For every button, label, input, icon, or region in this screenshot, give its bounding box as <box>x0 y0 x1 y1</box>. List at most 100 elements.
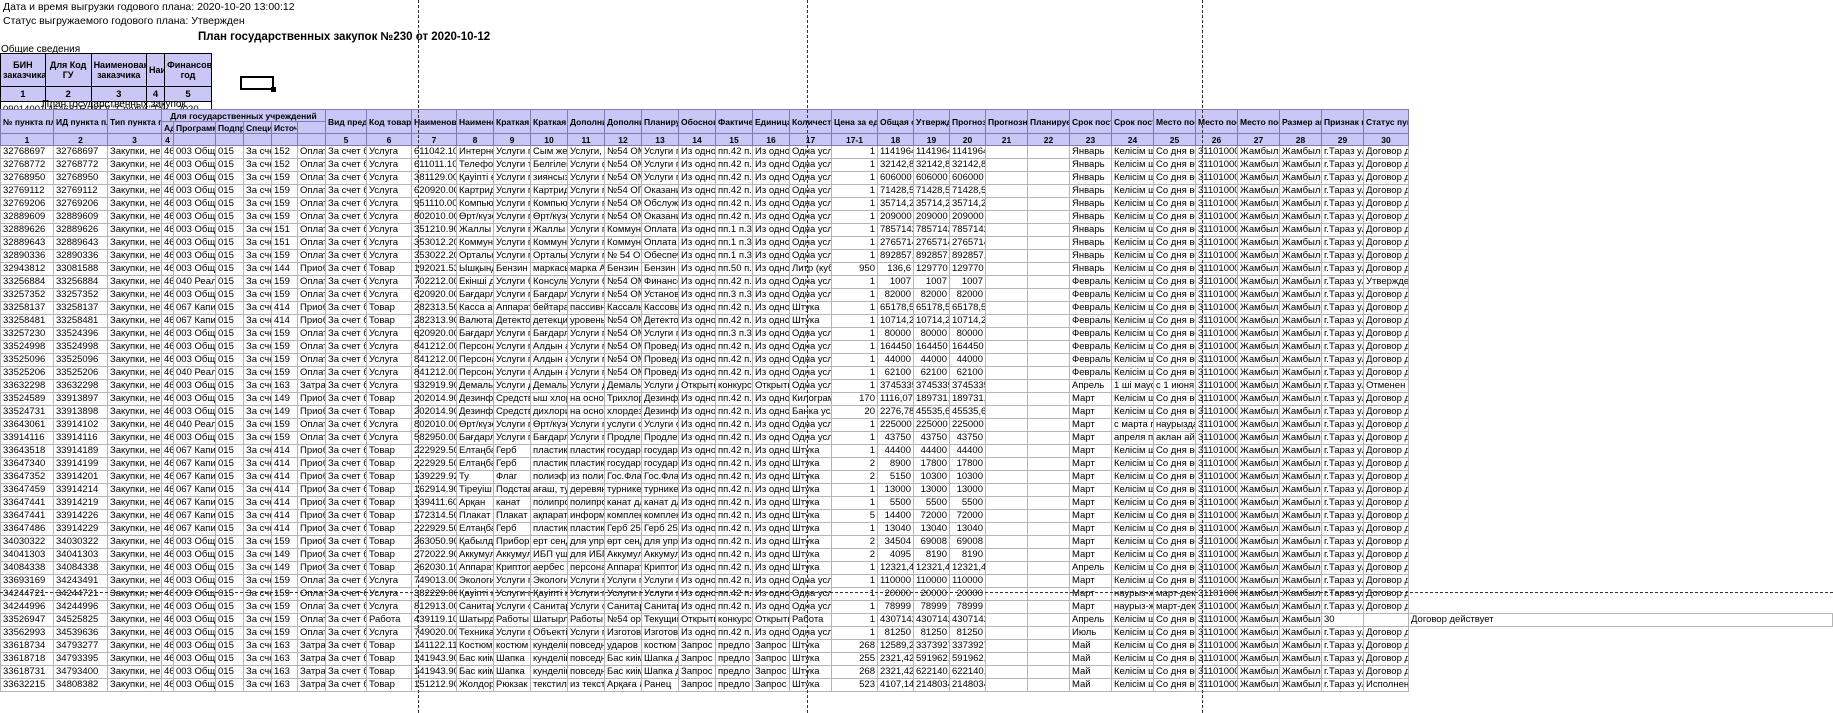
table-cell[interactable]: Работа <box>789 613 832 627</box>
table-cell[interactable]: пп.42 п.3 ст <box>715 145 753 159</box>
table-cell[interactable]: 164450 <box>913 340 950 354</box>
table-cell[interactable]: Коммуналд <box>604 236 642 250</box>
table-cell[interactable]: пп.3 п.3 ст. <box>715 288 753 302</box>
table-cell[interactable]: 33647352 <box>0 470 54 484</box>
table-cell[interactable]: 8900 <box>877 457 914 471</box>
table-cell[interactable]: За счет бю <box>325 548 367 562</box>
table-cell[interactable]: Услуги банк <box>567 275 605 289</box>
table-cell[interactable]: 33524396 <box>53 327 108 341</box>
table-cell[interactable]: Из одного и <box>752 444 790 458</box>
table-cell[interactable]: 152 <box>271 158 298 172</box>
table-cell[interactable]: г.Тараз ул.Ш <box>1321 535 1364 549</box>
table-cell[interactable]: 33913898 <box>53 405 108 419</box>
table-cell[interactable]: пп.42 п.3 ст <box>715 418 753 432</box>
table-cell[interactable] <box>1027 366 1070 380</box>
table-cell[interactable]: Договор действует <box>1363 418 1409 432</box>
table-cell[interactable]: Дезинфици <box>641 405 679 419</box>
table-cell[interactable]: 33643061 <box>0 418 54 432</box>
table-cell[interactable]: Услуги по у <box>604 587 642 601</box>
table-cell[interactable]: За счет <box>243 405 272 419</box>
table-cell[interactable]: 110000 <box>913 574 950 588</box>
table-cell[interactable]: Из одного и <box>752 327 790 341</box>
table-cell[interactable]: Картридж <box>456 184 494 198</box>
table-cell[interactable]: Жамбылская область, <box>1279 236 1322 250</box>
table-cell[interactable]: №54 ОМ с <box>604 366 642 380</box>
table-cell[interactable]: Жамбыл об <box>1237 483 1280 497</box>
table-cell[interactable]: 015 <box>215 236 244 250</box>
table-cell[interactable]: Закупки, не і <box>107 496 162 510</box>
table-cell[interactable]: пп.42 п.3 ст <box>715 184 753 198</box>
table-row[interactable]: 3352694734525825Закупки, не і464003 Обще… <box>0 613 1833 627</box>
table-cell[interactable]: Запрос ценовых <box>678 665 716 679</box>
table-cell[interactable]: г.Тараз ул.Ш <box>1321 197 1364 211</box>
table-cell[interactable]: Одна услуг <box>789 327 832 341</box>
table-cell[interactable]: За счет <box>243 353 272 367</box>
table-cell[interactable]: Договор действует <box>1363 236 1409 250</box>
table-cell[interactable]: Со дня всту <box>1153 652 1196 666</box>
table-cell[interactable]: Коммуналд <box>604 223 642 237</box>
table-cell[interactable]: Одна услуг <box>789 379 832 393</box>
table-cell[interactable]: Из одного и <box>752 366 790 380</box>
table-cell[interactable]: г.Тараз ул.Ш <box>1321 236 1364 250</box>
table-cell[interactable]: Договор действует <box>1363 210 1409 224</box>
table-cell[interactable]: Со дня всту <box>1153 392 1196 406</box>
table-cell[interactable]: пластиковы <box>567 457 605 471</box>
table-cell[interactable]: 27657143 <box>913 236 950 250</box>
table-cell[interactable]: Одна услуг <box>789 587 832 601</box>
table-cell[interactable]: №54 ОМ с <box>604 353 642 367</box>
table-cell[interactable]: государств <box>604 444 642 458</box>
table-cell[interactable]: 015 <box>215 314 244 328</box>
table-cell[interactable] <box>985 587 1028 601</box>
table-cell[interactable]: За счет бю <box>325 561 367 575</box>
table-cell[interactable]: 17800 <box>949 457 986 471</box>
table-cell[interactable]: 20 <box>831 405 878 419</box>
table-cell[interactable]: Из одного и <box>752 535 790 549</box>
table-cell[interactable]: пп.3 п.3 ст. <box>715 327 753 341</box>
table-cell[interactable]: 003 Общеоб <box>173 405 216 419</box>
table-cell[interactable]: Услуга <box>366 223 412 237</box>
table-cell[interactable]: Со дня всту <box>1153 366 1196 380</box>
table-cell[interactable] <box>985 483 1028 497</box>
table-row[interactable]: 3424472134244721Закупки, не і464003 Обще… <box>0 587 1833 601</box>
table-cell[interactable]: Услуги сан <box>567 600 605 614</box>
table-cell[interactable] <box>985 431 1028 445</box>
table-cell[interactable]: Жамбыл об <box>1237 249 1280 263</box>
column-subheader[interactable]: Подпрогра <box>215 121 244 134</box>
table-cell[interactable] <box>985 535 1028 549</box>
table-cell[interactable]: 33618734 <box>0 639 54 653</box>
table-cell[interactable]: 10300 <box>913 470 950 484</box>
table-row[interactable]: 3288962632889626Закупки, не і464003 Обще… <box>0 223 1833 237</box>
table-cell[interactable]: Договор действует <box>1363 652 1409 666</box>
table-cell[interactable]: Из одного и <box>678 210 716 224</box>
table-cell[interactable]: Услуги по п <box>604 574 642 588</box>
table-cell[interactable]: Со дня всту <box>1153 340 1196 354</box>
table-cell[interactable]: 414 <box>271 314 298 328</box>
table-cell[interactable]: Услуга <box>366 431 412 445</box>
table-cell[interactable]: №54 ОМ К <box>604 275 642 289</box>
table-cell[interactable]: 33647441 <box>0 509 54 523</box>
table-cell[interactable]: Санитарлы <box>456 600 494 614</box>
table-cell[interactable]: 015 <box>215 145 244 159</box>
table-cell[interactable]: За счет бю <box>325 145 367 159</box>
column-header[interactable]: Статус пункта <box>1363 109 1409 134</box>
table-cell[interactable]: 464 <box>161 353 174 367</box>
table-cell[interactable]: 82000 <box>913 288 950 302</box>
table-cell[interactable]: Келісім шар <box>1111 223 1154 237</box>
table-cell[interactable]: Закупки, не і <box>107 418 162 432</box>
table-cell[interactable]: Из одного и <box>678 223 716 237</box>
table-cell[interactable]: Картридж <box>530 184 568 198</box>
table-cell[interactable]: Закупки, не і <box>107 444 162 458</box>
table-cell[interactable]: Из одного и <box>678 457 716 471</box>
table-cell[interactable]: ерт сендіру <box>530 535 568 549</box>
table-cell[interactable]: Открытый <box>678 613 716 627</box>
table-row[interactable]: 3364735233914201Закупки, не і464067 Капи… <box>0 470 1833 484</box>
table-cell[interactable]: Жамбыл об <box>1237 548 1280 562</box>
table-cell[interactable]: Келісім шар <box>1111 353 1154 367</box>
table-cell[interactable]: Приобр <box>297 509 326 523</box>
table-cell[interactable]: За счет бю <box>325 639 367 653</box>
table-cell[interactable]: Открытый <box>752 379 790 393</box>
table-cell[interactable]: Запрос цен <box>752 639 790 653</box>
table-cell[interactable]: Январь <box>1069 158 1112 172</box>
table-cell[interactable]: Жамбылская область, <box>1279 522 1322 536</box>
table-cell[interactable]: Продление <box>604 431 642 445</box>
